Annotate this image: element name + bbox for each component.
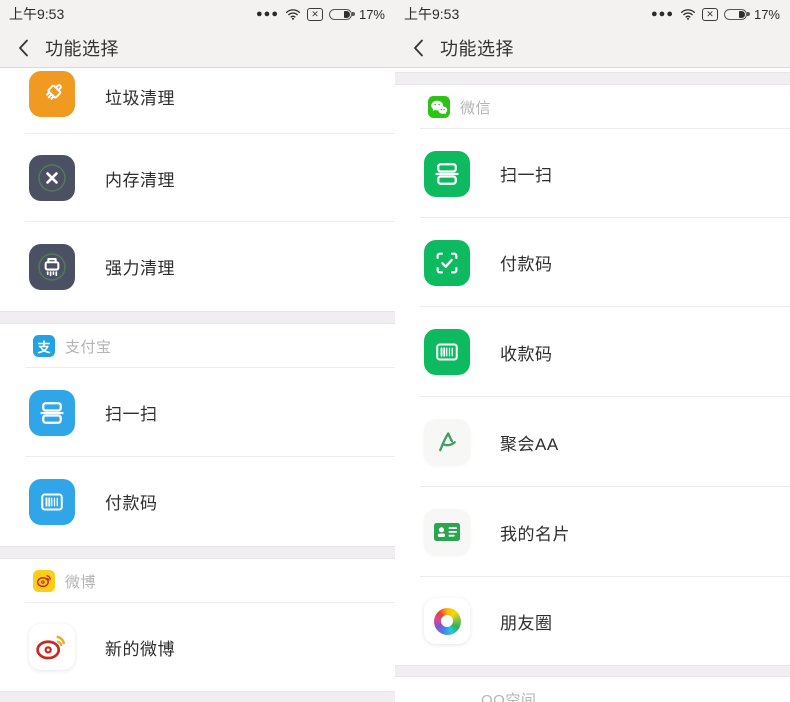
list-item-junk-clean[interactable]: 垃圾清理	[0, 68, 395, 134]
list-item-label: 新的微博	[105, 639, 175, 659]
shredder-icon	[29, 243, 75, 290]
wifi-icon	[285, 9, 300, 20]
list-item-label: 付款码	[105, 494, 158, 513]
right-screen: 上午9:53 ●●● ✕ 17% 功能选择 微信 扫一扫 付款码 收款码 聚会A…	[395, 0, 790, 702]
list-item-alipay-scan[interactable]: 扫一扫	[0, 368, 395, 457]
wechat-icon	[428, 96, 450, 118]
section-divider	[0, 691, 395, 702]
dual-screenshot-stage: 上午9:53 ●●● ✕ 17% 功能选择 垃圾清理 内存清理 强力清理 支 支…	[0, 0, 790, 702]
list-item-label: 扫一扫	[105, 405, 158, 424]
battery-percent: 17%	[753, 6, 780, 22]
weibo-eye-icon	[29, 624, 75, 670]
nav-bar: 功能选择	[0, 28, 395, 68]
list-item-wechat-scan[interactable]: 扫一扫	[395, 129, 790, 218]
list-item-new-weibo[interactable]: 新的微博	[0, 603, 395, 691]
list-item-label: 垃圾清理	[105, 89, 175, 108]
section-divider	[395, 72, 790, 85]
list-item-label: 强力清理	[105, 259, 175, 278]
list-item-alipay-paycode[interactable]: 付款码	[0, 457, 395, 546]
section-divider	[395, 665, 790, 677]
list-item-label: 付款码	[500, 255, 553, 274]
list-item-wechat-moments[interactable]: 朋友圈	[395, 577, 790, 665]
list-item-label: 朋友圈	[500, 613, 553, 633]
battery-icon	[723, 8, 750, 20]
section-header-weibo: 微博	[0, 559, 395, 603]
list-item-deep-clean[interactable]: 强力清理	[0, 222, 395, 311]
list-item-label: 收款码	[500, 344, 553, 364]
section-divider	[0, 546, 395, 559]
list-item-label: 扫一扫	[500, 166, 553, 185]
section-header-alipay: 支 支付宝	[0, 324, 395, 368]
section-header-label: 微博	[65, 573, 97, 591]
back-icon[interactable]	[18, 39, 29, 57]
scan-icon	[29, 389, 75, 436]
wifi-icon	[680, 9, 695, 20]
page-title: 功能选择	[45, 38, 119, 59]
list-item-wechat-aa[interactable]: 聚会AA	[395, 397, 790, 487]
signal-dots-icon: ●●●	[256, 7, 279, 20]
broom-icon	[29, 71, 75, 117]
barcode-icon	[424, 329, 470, 375]
status-bar: 上午9:53 ●●● ✕ 17%	[0, 0, 395, 28]
moments-wheel-icon	[424, 598, 470, 644]
back-icon[interactable]	[413, 39, 424, 57]
signal-dots-icon: ●●●	[651, 7, 674, 20]
list-item-label: 内存清理	[105, 170, 175, 190]
list-item-wechat-paycode[interactable]: 付款码	[395, 218, 790, 307]
alipay-icon: 支	[33, 335, 55, 357]
status-time: 上午9:53	[404, 6, 460, 22]
paycode-check-icon	[424, 239, 470, 286]
section-header-label: 微信	[460, 99, 492, 117]
battery-icon	[328, 8, 355, 20]
no-sim-icon: ✕	[306, 7, 323, 21]
list-item-label: 我的名片	[500, 524, 570, 544]
section-divider	[0, 311, 395, 324]
section-header-label: QQ空间	[481, 691, 537, 702]
list-item-label: 聚会AA	[500, 434, 559, 454]
section-header-qzone: QQ空间	[395, 677, 790, 702]
section-header-label: 支付宝	[65, 338, 112, 356]
list-item-memory-clean[interactable]: 内存清理	[0, 134, 395, 222]
left-screen: 上午9:53 ●●● ✕ 17% 功能选择 垃圾清理 内存清理 强力清理 支 支…	[0, 0, 395, 702]
name-card-icon	[424, 509, 470, 555]
barcode-icon	[29, 478, 75, 525]
memory-clean-icon	[29, 155, 75, 201]
list-item-wechat-name-card[interactable]: 我的名片	[395, 487, 790, 577]
list-item-wechat-receive-code[interactable]: 收款码	[395, 307, 790, 397]
status-time: 上午9:53	[9, 6, 65, 22]
section-header-wechat: 微信	[395, 85, 790, 129]
page-title: 功能选择	[440, 38, 514, 59]
no-sim-icon: ✕	[701, 7, 718, 21]
scan-icon	[424, 150, 470, 197]
status-bar: 上午9:53 ●●● ✕ 17%	[395, 0, 790, 28]
battery-percent: 17%	[358, 6, 385, 22]
nav-bar: 功能选择	[395, 28, 790, 68]
aa-icon	[424, 419, 470, 465]
weibo-icon	[33, 570, 55, 592]
